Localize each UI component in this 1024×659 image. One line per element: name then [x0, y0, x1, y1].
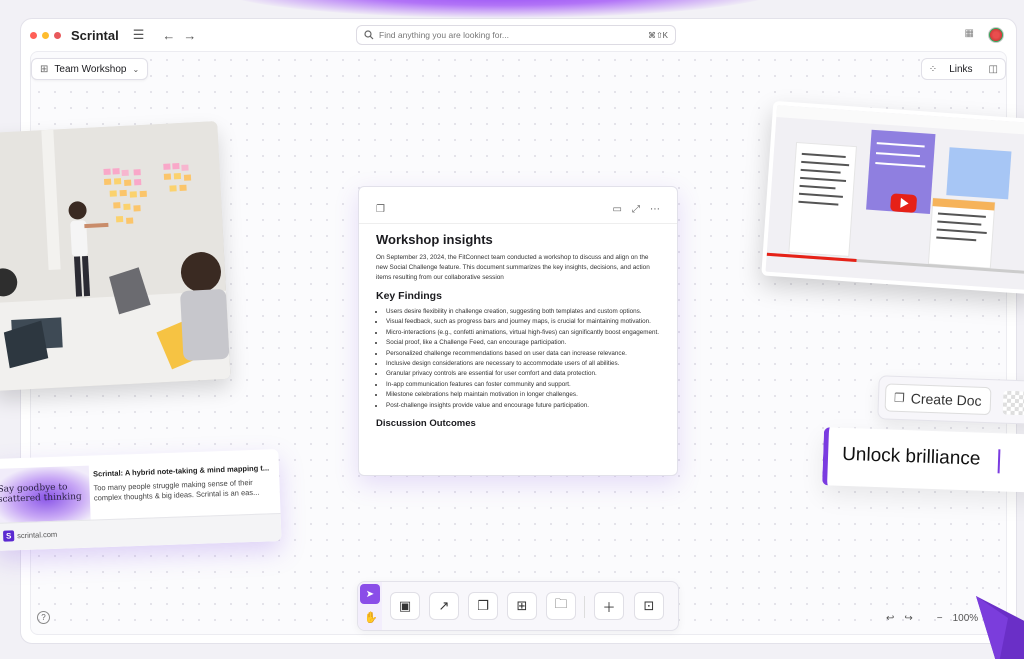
search-shortcut: ⌘⇧K [647, 30, 668, 40]
documents-button[interactable]: ❐ [468, 592, 498, 620]
doc-header: ❐ ▭ ⤢ ⋯ [376, 201, 660, 217]
links-graph-icon: ⁘ [928, 63, 938, 75]
document-card[interactable]: ❐ ▭ ⤢ ⋯ Workshop insights On September 2… [358, 186, 678, 476]
doc-title: Workshop insights [376, 232, 493, 247]
video-embed-card[interactable] [761, 100, 1024, 295]
layout-grid-icon[interactable]: ▦ [965, 28, 974, 39]
minimize-window-button[interactable] [42, 31, 49, 39]
link-preview-card[interactable]: Say goodbye to scattered thinking Scrint… [0, 449, 282, 551]
list-item: Visual feedback, such as progress bars a… [385, 317, 660, 327]
bottom-toolbar: ➤ ✋ ▣ ↗ ❐ ⊞ 🗀 ＋ ⊡ [357, 581, 679, 631]
photo-card[interactable] [0, 121, 231, 391]
link-thumbnail-text: Say goodbye to scattered thinking [0, 482, 82, 505]
list-item: In-app communication features can foster… [385, 380, 660, 390]
app-brand: Scrintal [71, 27, 119, 43]
workspace-selector[interactable]: ⊞ Team Workshop ⌄ [31, 58, 149, 80]
list-item: Social proof, like a Challenge Feed, can… [385, 338, 660, 348]
doc-layout-icon[interactable]: ▭ [613, 204, 622, 215]
folder-search-icon: 🗀 [554, 596, 568, 611]
favicon: S [2, 530, 15, 542]
cursor-pointer-icon [976, 596, 1024, 659]
frame-icon: ⊡ [643, 598, 655, 613]
search-folder-button[interactable]: 🗀 [546, 592, 576, 620]
grid-icon: ⊞ [516, 598, 528, 613]
create-doc-card: ❐ Create Doc [877, 375, 1024, 425]
top-glow [220, 0, 780, 18]
text-caret [997, 449, 1001, 474]
board-icon: ⊞ [40, 63, 49, 75]
text-card[interactable]: Unlock brilliance [822, 427, 1024, 493]
workspace-name: Team Workshop [54, 63, 127, 75]
board-frame-button[interactable]: ⊡ [634, 592, 664, 620]
user-avatar[interactable] [988, 27, 1004, 43]
zoom-out-button[interactable]: − [937, 613, 943, 624]
search-bar[interactable]: Find anything you are looking for... ⌘⇧K [356, 25, 676, 45]
document-icon: ❐ [376, 203, 385, 215]
document-icon: ❐ [893, 390, 906, 406]
link-title: Scrintal: A hybrid note-taking & mind ma… [92, 463, 270, 479]
undo-icon[interactable]: ↩ [886, 613, 894, 624]
create-doc-button[interactable]: ❐ Create Doc [884, 383, 992, 416]
window-controls [30, 31, 61, 39]
findings-list: Users desire flexibility in challenge cr… [385, 307, 660, 411]
list-item: Inclusive design considerations are nece… [385, 359, 660, 369]
more-options-icon[interactable]: ⋯ [650, 204, 660, 215]
hand-tool-button[interactable]: ✋ [362, 608, 380, 626]
list-item: Milestone celebrations help maintain mot… [385, 390, 660, 400]
links-button[interactable]: ⁘ Links ◫ [920, 58, 1006, 80]
workshop-photo [0, 121, 231, 391]
menu-icon[interactable]: ☰ [133, 27, 145, 43]
add-button[interactable]: ＋ [594, 592, 624, 620]
key-findings-heading: Key Findings [376, 290, 442, 302]
templates-button[interactable]: ⊞ [507, 592, 537, 620]
links-label: Links [949, 63, 973, 75]
link-description: Too many people struggle making sense of… [93, 477, 260, 503]
title-bar: Scrintal ☰ ← → Find anything you are loo… [21, 19, 1016, 51]
search-placeholder: Find anything you are looking for... [379, 30, 509, 40]
close-window-button[interactable] [30, 31, 37, 39]
video-thumbnail [765, 105, 1024, 290]
chevron-down-icon: ⌄ [132, 64, 140, 74]
list-item: Personalized challenge recommendations b… [385, 349, 660, 359]
discussion-outcomes-heading: Discussion Outcomes [376, 418, 476, 430]
list-item: Users desire flexibility in challenge cr… [385, 307, 660, 317]
unlock-text: Unlock brilliance [841, 443, 981, 470]
link-domain: scrintal.com [17, 529, 58, 541]
list-item: Granular privacy controls are essential … [385, 369, 660, 379]
checker-thumbnail [1002, 390, 1024, 416]
card-plus-icon: ▣ [398, 598, 412, 613]
maximize-window-button[interactable] [54, 31, 61, 39]
documents-icon: ❐ [477, 598, 489, 613]
sidebar-toggle-icon[interactable]: ◫ [989, 64, 998, 75]
back-arrow-icon[interactable]: ← [162, 28, 175, 43]
expand-icon[interactable]: ⤢ [632, 204, 640, 215]
doc-intro: On September 23, 2024, the FitConnect te… [376, 254, 650, 281]
list-item: Micro-interactions (e.g., confetti anima… [385, 328, 660, 338]
toolbar-divider [584, 596, 585, 618]
add-card-button[interactable]: ▣ [390, 592, 420, 620]
create-doc-label: Create Doc [910, 390, 982, 409]
arrow-icon: ↗ [438, 598, 450, 613]
forward-arrow-icon[interactable]: → [183, 28, 196, 43]
pointer-tool-button[interactable]: ➤ [360, 584, 380, 604]
redo-icon[interactable]: ↪ [904, 613, 912, 624]
plus-icon: ＋ [602, 599, 616, 615]
help-button[interactable]: ? [37, 611, 50, 624]
search-icon [364, 30, 374, 40]
arrow-tool-button[interactable]: ↗ [429, 592, 459, 620]
list-item: Post-challenge insights provide value an… [385, 401, 660, 411]
